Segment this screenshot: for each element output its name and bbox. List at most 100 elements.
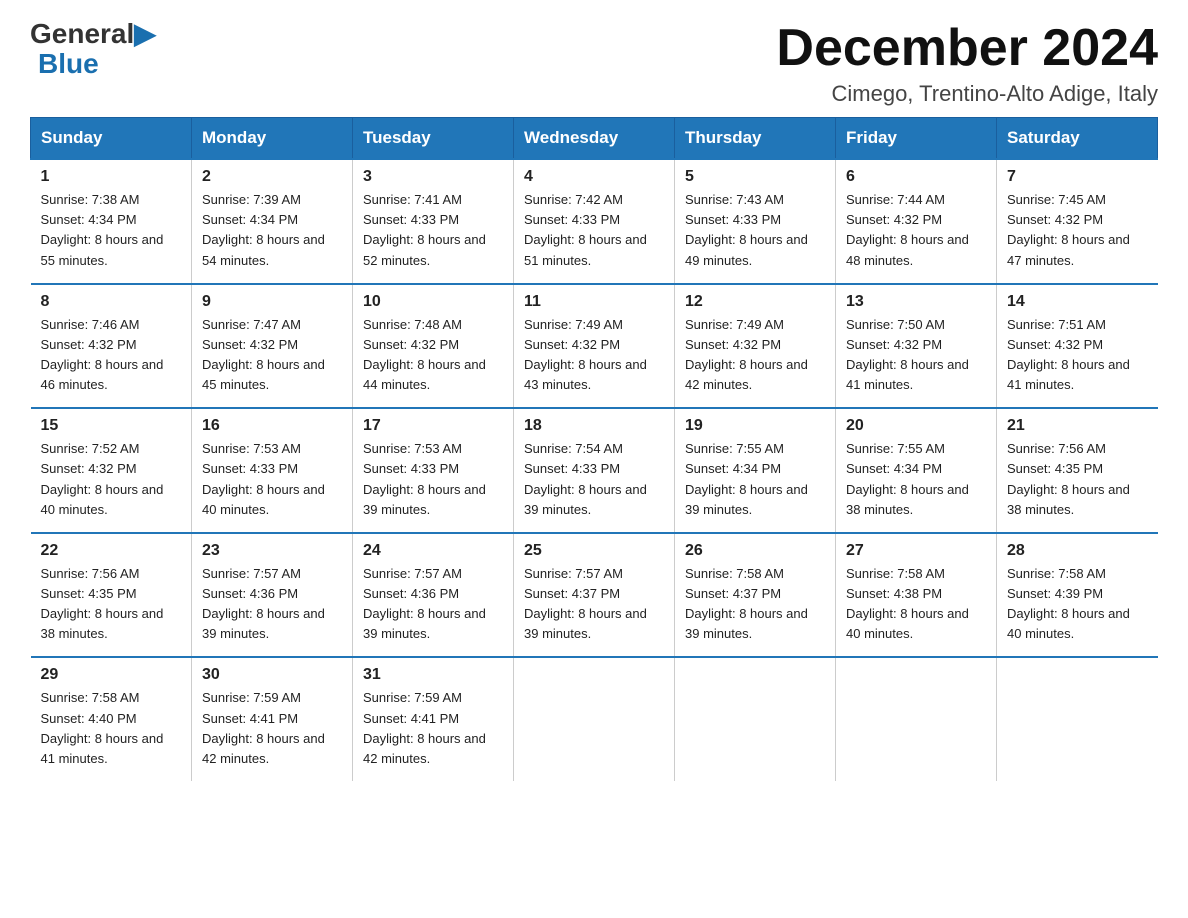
col-header-wednesday: Wednesday (514, 118, 675, 160)
day-number: 30 (202, 666, 342, 684)
day-cell: 18 Sunrise: 7:54 AMSunset: 4:33 PMDaylig… (514, 408, 675, 533)
day-cell: 19 Sunrise: 7:55 AMSunset: 4:34 PMDaylig… (675, 408, 836, 533)
page-header: General▶ Blue December 2024 Cimego, Tren… (30, 20, 1158, 107)
calendar-table: SundayMondayTuesdayWednesdayThursdayFrid… (30, 117, 1158, 781)
day-cell: 3 Sunrise: 7:41 AMSunset: 4:33 PMDayligh… (353, 159, 514, 284)
day-info: Sunrise: 7:52 AMSunset: 4:32 PMDaylight:… (41, 439, 182, 520)
logo: General▶ Blue (30, 20, 156, 80)
day-number: 28 (1007, 542, 1148, 560)
day-cell: 21 Sunrise: 7:56 AMSunset: 4:35 PMDaylig… (997, 408, 1158, 533)
day-number: 6 (846, 168, 986, 186)
day-cell: 29 Sunrise: 7:58 AMSunset: 4:40 PMDaylig… (31, 657, 192, 781)
week-row-4: 22 Sunrise: 7:56 AMSunset: 4:35 PMDaylig… (31, 533, 1158, 658)
day-info: Sunrise: 7:46 AMSunset: 4:32 PMDaylight:… (41, 315, 182, 396)
day-info: Sunrise: 7:48 AMSunset: 4:32 PMDaylight:… (363, 315, 503, 396)
day-cell: 2 Sunrise: 7:39 AMSunset: 4:34 PMDayligh… (192, 159, 353, 284)
month-title: December 2024 (776, 20, 1158, 77)
day-info: Sunrise: 7:43 AMSunset: 4:33 PMDaylight:… (685, 190, 825, 271)
day-cell: 28 Sunrise: 7:58 AMSunset: 4:39 PMDaylig… (997, 533, 1158, 658)
col-header-friday: Friday (836, 118, 997, 160)
day-info: Sunrise: 7:45 AMSunset: 4:32 PMDaylight:… (1007, 190, 1148, 271)
day-number: 13 (846, 293, 986, 311)
day-cell: 12 Sunrise: 7:49 AMSunset: 4:32 PMDaylig… (675, 284, 836, 409)
day-info: Sunrise: 7:57 AMSunset: 4:36 PMDaylight:… (363, 564, 503, 645)
day-number: 9 (202, 293, 342, 311)
day-cell: 15 Sunrise: 7:52 AMSunset: 4:32 PMDaylig… (31, 408, 192, 533)
day-info: Sunrise: 7:59 AMSunset: 4:41 PMDaylight:… (363, 688, 503, 769)
day-info: Sunrise: 7:41 AMSunset: 4:33 PMDaylight:… (363, 190, 503, 271)
day-cell (836, 657, 997, 781)
day-number: 8 (41, 293, 182, 311)
day-number: 26 (685, 542, 825, 560)
day-number: 1 (41, 168, 182, 186)
day-number: 7 (1007, 168, 1148, 186)
day-info: Sunrise: 7:50 AMSunset: 4:32 PMDaylight:… (846, 315, 986, 396)
day-number: 27 (846, 542, 986, 560)
day-info: Sunrise: 7:58 AMSunset: 4:37 PMDaylight:… (685, 564, 825, 645)
day-info: Sunrise: 7:58 AMSunset: 4:39 PMDaylight:… (1007, 564, 1148, 645)
day-number: 2 (202, 168, 342, 186)
day-cell: 10 Sunrise: 7:48 AMSunset: 4:32 PMDaylig… (353, 284, 514, 409)
logo-blue-text: Blue (38, 48, 99, 80)
day-number: 3 (363, 168, 503, 186)
day-number: 31 (363, 666, 503, 684)
day-info: Sunrise: 7:55 AMSunset: 4:34 PMDaylight:… (685, 439, 825, 520)
day-cell: 22 Sunrise: 7:56 AMSunset: 4:35 PMDaylig… (31, 533, 192, 658)
day-cell: 4 Sunrise: 7:42 AMSunset: 4:33 PMDayligh… (514, 159, 675, 284)
day-number: 15 (41, 417, 182, 435)
day-number: 24 (363, 542, 503, 560)
day-number: 20 (846, 417, 986, 435)
day-info: Sunrise: 7:44 AMSunset: 4:32 PMDaylight:… (846, 190, 986, 271)
day-cell (675, 657, 836, 781)
col-header-sunday: Sunday (31, 118, 192, 160)
day-number: 18 (524, 417, 664, 435)
col-header-thursday: Thursday (675, 118, 836, 160)
day-info: Sunrise: 7:49 AMSunset: 4:32 PMDaylight:… (685, 315, 825, 396)
day-cell: 16 Sunrise: 7:53 AMSunset: 4:33 PMDaylig… (192, 408, 353, 533)
day-cell: 8 Sunrise: 7:46 AMSunset: 4:32 PMDayligh… (31, 284, 192, 409)
title-block: December 2024 Cimego, Trentino-Alto Adig… (776, 20, 1158, 107)
day-number: 19 (685, 417, 825, 435)
day-info: Sunrise: 7:39 AMSunset: 4:34 PMDaylight:… (202, 190, 342, 271)
day-info: Sunrise: 7:38 AMSunset: 4:34 PMDaylight:… (41, 190, 182, 271)
day-info: Sunrise: 7:58 AMSunset: 4:38 PMDaylight:… (846, 564, 986, 645)
day-cell: 23 Sunrise: 7:57 AMSunset: 4:36 PMDaylig… (192, 533, 353, 658)
day-number: 17 (363, 417, 503, 435)
day-number: 11 (524, 293, 664, 311)
day-number: 23 (202, 542, 342, 560)
day-cell: 13 Sunrise: 7:50 AMSunset: 4:32 PMDaylig… (836, 284, 997, 409)
day-cell: 31 Sunrise: 7:59 AMSunset: 4:41 PMDaylig… (353, 657, 514, 781)
day-info: Sunrise: 7:53 AMSunset: 4:33 PMDaylight:… (363, 439, 503, 520)
day-cell (997, 657, 1158, 781)
day-cell: 30 Sunrise: 7:59 AMSunset: 4:41 PMDaylig… (192, 657, 353, 781)
day-info: Sunrise: 7:59 AMSunset: 4:41 PMDaylight:… (202, 688, 342, 769)
week-row-1: 1 Sunrise: 7:38 AMSunset: 4:34 PMDayligh… (31, 159, 1158, 284)
week-row-2: 8 Sunrise: 7:46 AMSunset: 4:32 PMDayligh… (31, 284, 1158, 409)
day-info: Sunrise: 7:53 AMSunset: 4:33 PMDaylight:… (202, 439, 342, 520)
day-cell: 6 Sunrise: 7:44 AMSunset: 4:32 PMDayligh… (836, 159, 997, 284)
day-info: Sunrise: 7:57 AMSunset: 4:37 PMDaylight:… (524, 564, 664, 645)
day-number: 29 (41, 666, 182, 684)
day-cell: 27 Sunrise: 7:58 AMSunset: 4:38 PMDaylig… (836, 533, 997, 658)
location-text: Cimego, Trentino-Alto Adige, Italy (776, 81, 1158, 107)
day-info: Sunrise: 7:42 AMSunset: 4:33 PMDaylight:… (524, 190, 664, 271)
col-header-tuesday: Tuesday (353, 118, 514, 160)
day-cell (514, 657, 675, 781)
day-info: Sunrise: 7:58 AMSunset: 4:40 PMDaylight:… (41, 688, 182, 769)
day-info: Sunrise: 7:51 AMSunset: 4:32 PMDaylight:… (1007, 315, 1148, 396)
day-cell: 11 Sunrise: 7:49 AMSunset: 4:32 PMDaylig… (514, 284, 675, 409)
day-number: 14 (1007, 293, 1148, 311)
day-number: 5 (685, 168, 825, 186)
day-number: 25 (524, 542, 664, 560)
logo-general-text: General▶ (30, 20, 156, 48)
day-info: Sunrise: 7:55 AMSunset: 4:34 PMDaylight:… (846, 439, 986, 520)
day-number: 12 (685, 293, 825, 311)
week-row-5: 29 Sunrise: 7:58 AMSunset: 4:40 PMDaylig… (31, 657, 1158, 781)
calendar-header-row: SundayMondayTuesdayWednesdayThursdayFrid… (31, 118, 1158, 160)
day-cell: 14 Sunrise: 7:51 AMSunset: 4:32 PMDaylig… (997, 284, 1158, 409)
day-number: 21 (1007, 417, 1148, 435)
day-info: Sunrise: 7:56 AMSunset: 4:35 PMDaylight:… (41, 564, 182, 645)
day-info: Sunrise: 7:57 AMSunset: 4:36 PMDaylight:… (202, 564, 342, 645)
col-header-monday: Monday (192, 118, 353, 160)
day-info: Sunrise: 7:47 AMSunset: 4:32 PMDaylight:… (202, 315, 342, 396)
